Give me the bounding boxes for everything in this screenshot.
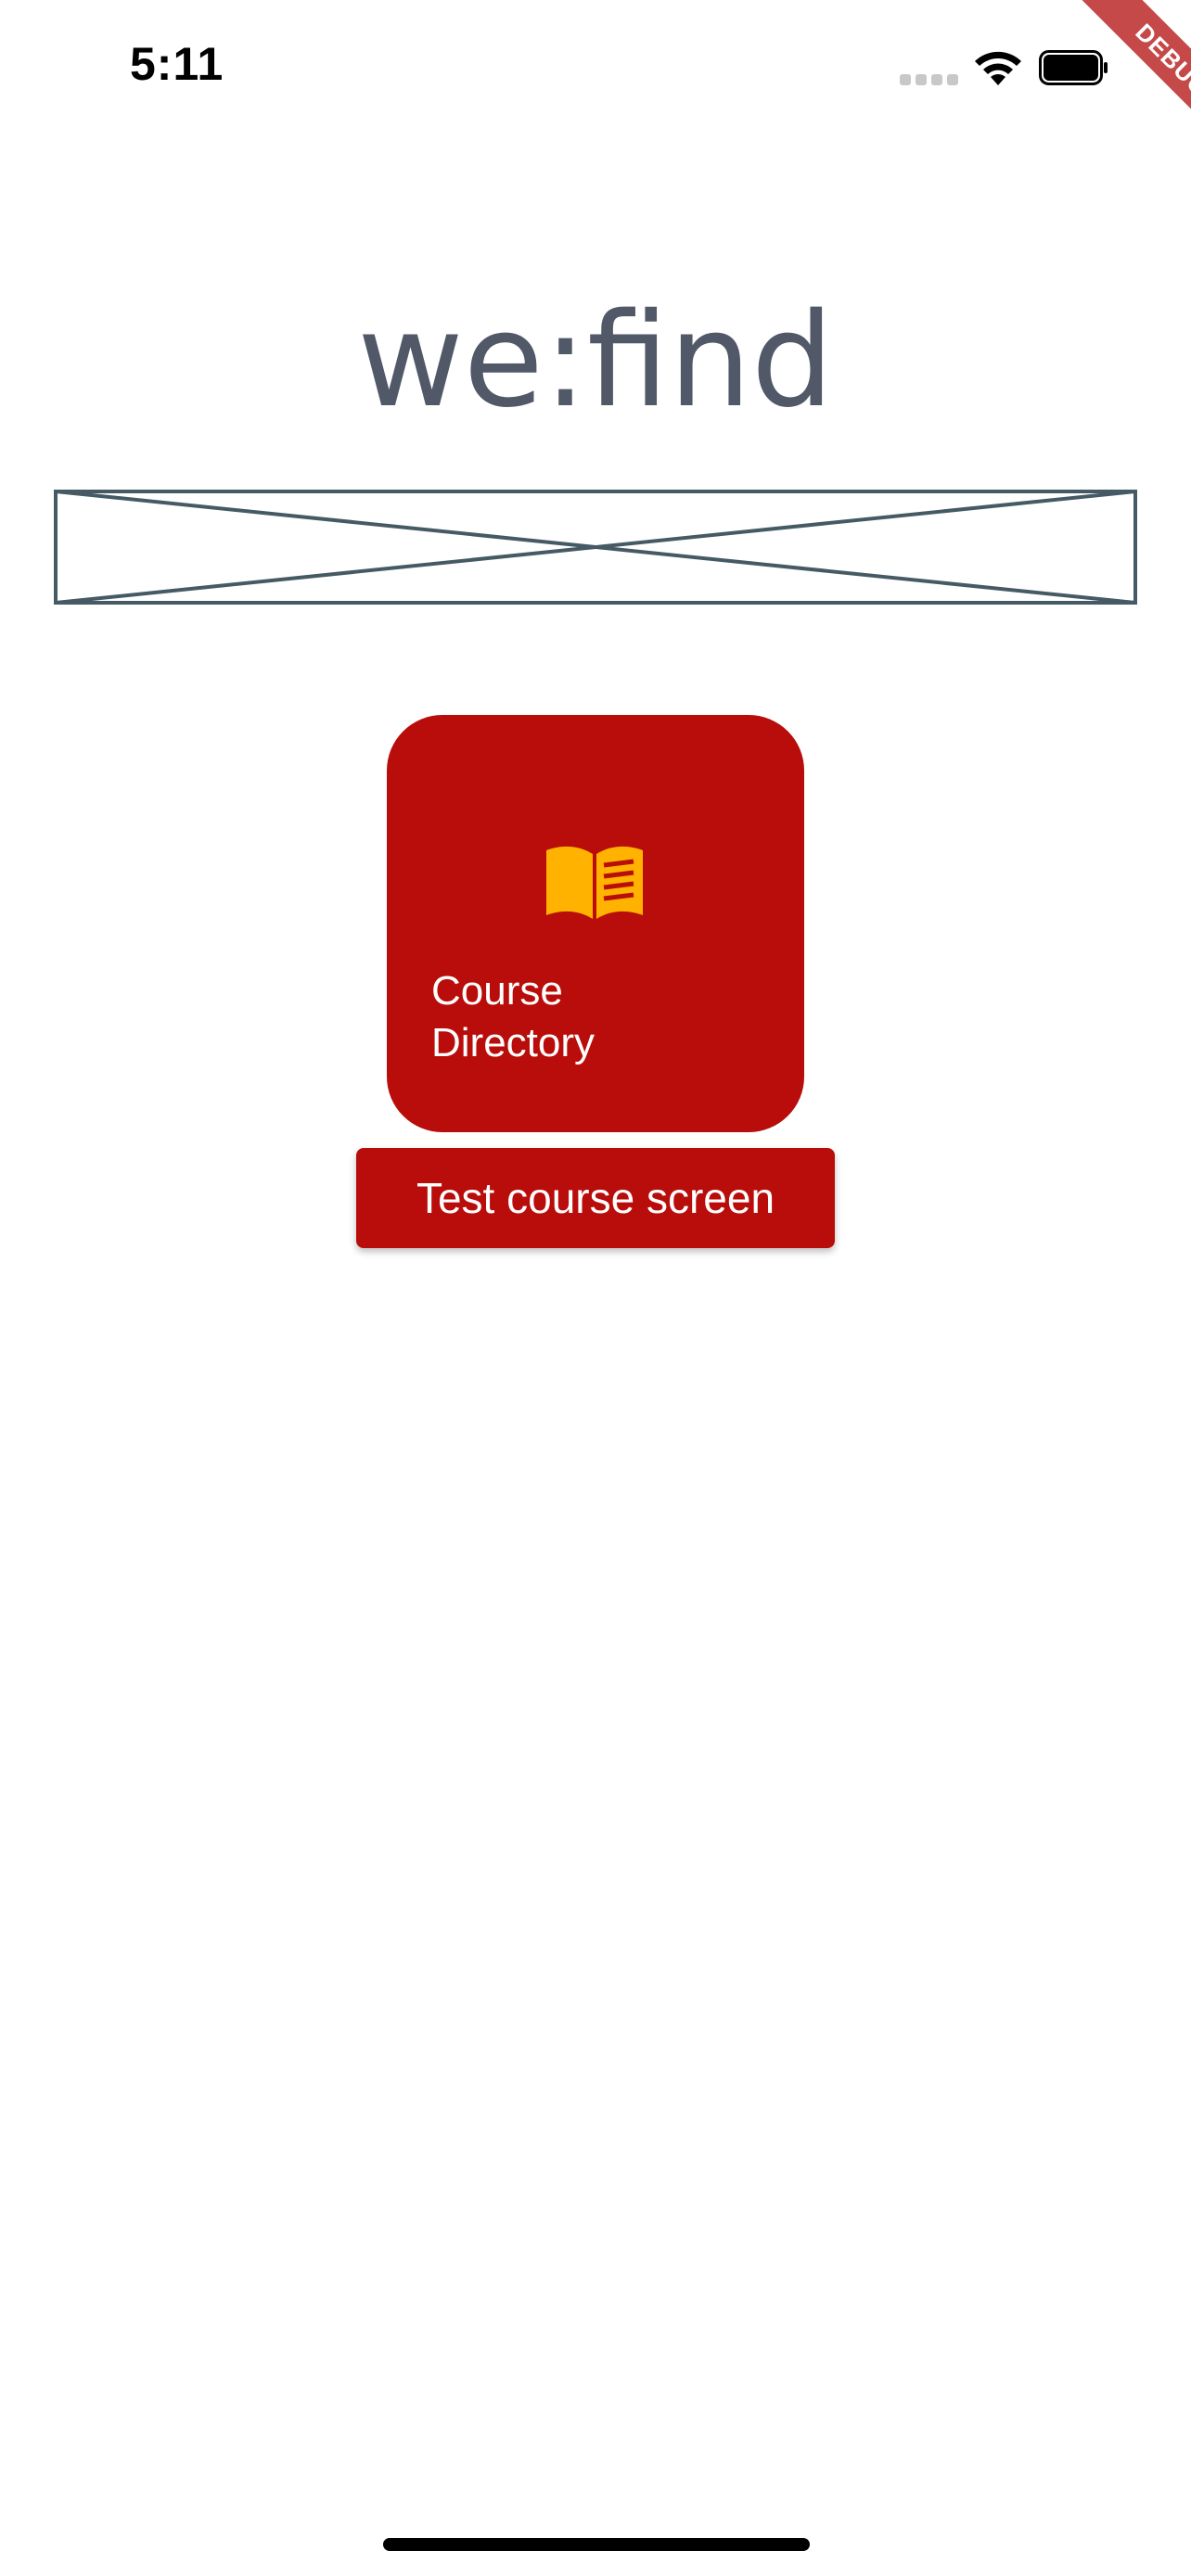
cellular-signal-icon xyxy=(900,74,958,85)
test-course-screen-button[interactable]: Test course screen xyxy=(356,1148,835,1248)
course-directory-label-line2: Directory xyxy=(431,1020,596,1065)
debug-banner-label: DEBUG xyxy=(1058,0,1191,167)
course-directory-label-line1: Course xyxy=(431,968,563,1014)
book-icon xyxy=(546,846,643,919)
image-placeholder-icon xyxy=(54,490,1137,605)
debug-banner: DEBUG xyxy=(1024,0,1191,167)
page-title: we:find xyxy=(357,286,834,437)
home-indicator[interactable] xyxy=(383,2538,810,2551)
course-directory-label: Course Directory xyxy=(431,965,784,1069)
status-bar: 5:11 xyxy=(0,0,1191,139)
wifi-icon xyxy=(975,51,1021,85)
status-time: 5:11 xyxy=(130,38,224,90)
course-directory-card[interactable]: Course Directory xyxy=(387,715,804,1132)
